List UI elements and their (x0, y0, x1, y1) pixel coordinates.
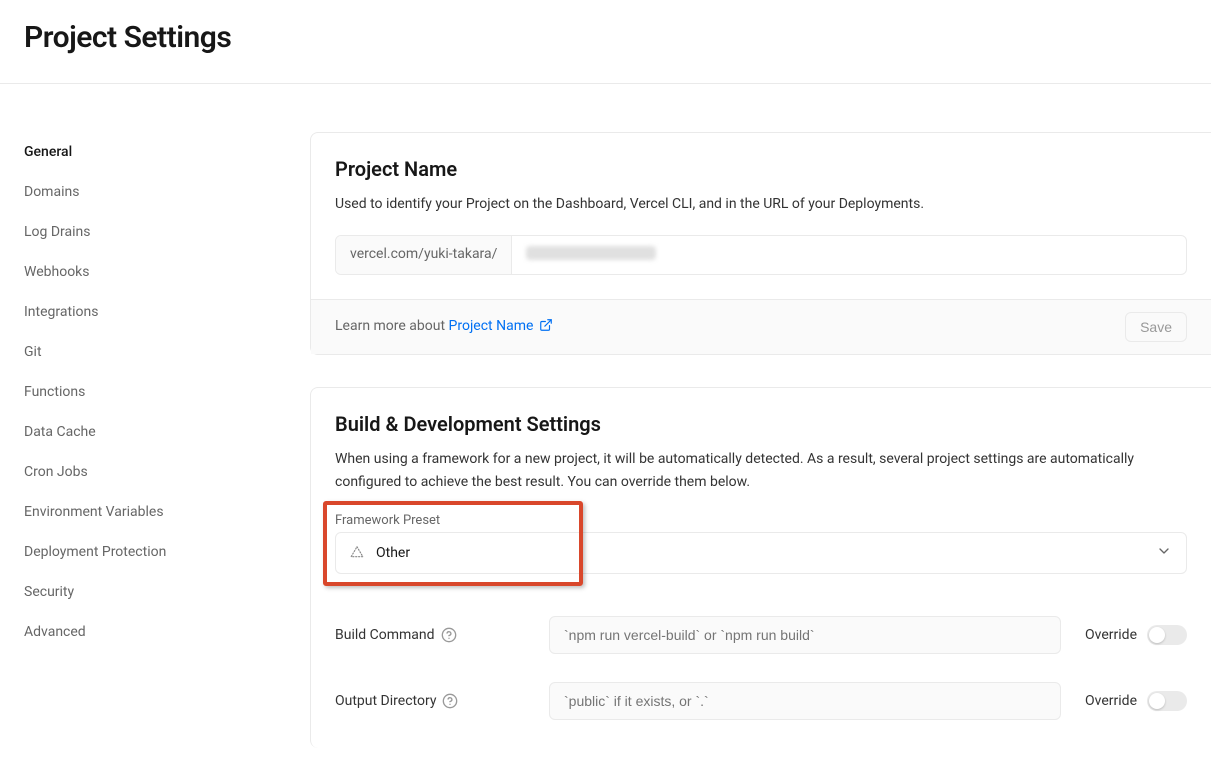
sidebar-item-cron-jobs[interactable]: Cron Jobs (24, 452, 262, 492)
project-name-footer-text: Learn more about Project Name (335, 318, 553, 336)
project-name-title: Project Name (335, 157, 1187, 181)
build-command-label: Build Command (335, 627, 525, 643)
sidebar-item-integrations[interactable]: Integrations (24, 292, 262, 332)
project-name-description: Used to identify your Project on the Das… (335, 193, 1187, 215)
output-directory-row: Output Directory Override (335, 682, 1187, 720)
project-name-input[interactable] (512, 236, 1186, 274)
sidebar-item-data-cache[interactable]: Data Cache (24, 412, 262, 452)
sidebar-item-deployment-protection[interactable]: Deployment Protection (24, 532, 262, 572)
save-button[interactable]: Save (1125, 312, 1187, 342)
build-command-row: Build Command Override (335, 616, 1187, 654)
framework-other-icon (350, 545, 364, 562)
output-directory-override: Override (1085, 691, 1187, 711)
build-command-override: Override (1085, 625, 1187, 645)
build-settings-title: Build & Development Settings (335, 412, 1187, 436)
settings-sidebar: General Domains Log Drains Webhooks Inte… (0, 132, 310, 780)
project-name-prefix: vercel.com/yuki-takara/ (336, 236, 512, 274)
output-directory-label: Output Directory (335, 693, 525, 709)
sidebar-item-advanced[interactable]: Advanced (24, 612, 262, 652)
framework-preset-select[interactable]: Other (335, 532, 1187, 574)
help-icon[interactable] (441, 627, 457, 643)
sidebar-item-security[interactable]: Security (24, 572, 262, 612)
external-link-icon (539, 318, 553, 336)
sidebar-item-domains[interactable]: Domains (24, 172, 262, 212)
project-name-footer: Learn more about Project Name Save (311, 299, 1211, 354)
sidebar-item-general[interactable]: General (24, 132, 262, 172)
output-directory-override-toggle[interactable] (1147, 691, 1187, 711)
sidebar-item-log-drains[interactable]: Log Drains (24, 212, 262, 252)
framework-preset-block: Framework Preset Other (335, 513, 1187, 574)
project-name-card: Project Name Used to identify your Proje… (310, 132, 1211, 355)
build-settings-card: Build & Development Settings When using … (310, 387, 1211, 748)
sidebar-item-webhooks[interactable]: Webhooks (24, 252, 262, 292)
sidebar-item-functions[interactable]: Functions (24, 372, 262, 412)
framework-preset-value: Other (376, 545, 410, 561)
chevron-down-icon (1156, 543, 1172, 563)
page-title: Project Settings (24, 20, 1187, 55)
build-command-override-toggle[interactable] (1147, 625, 1187, 645)
project-name-learn-more-link[interactable]: Project Name (449, 318, 553, 334)
build-command-input[interactable] (549, 616, 1061, 654)
build-settings-description: When using a framework for a new project… (335, 448, 1187, 493)
settings-main: Project Name Used to identify your Proje… (310, 132, 1211, 780)
output-directory-input[interactable] (549, 682, 1061, 720)
sidebar-item-git[interactable]: Git (24, 332, 262, 372)
project-name-redacted-value (526, 246, 656, 260)
help-icon[interactable] (442, 693, 458, 709)
page-header: Project Settings (0, 0, 1211, 84)
project-name-input-row: vercel.com/yuki-takara/ (335, 235, 1187, 275)
framework-preset-label: Framework Preset (335, 513, 1187, 528)
sidebar-item-environment-variables[interactable]: Environment Variables (24, 492, 262, 532)
